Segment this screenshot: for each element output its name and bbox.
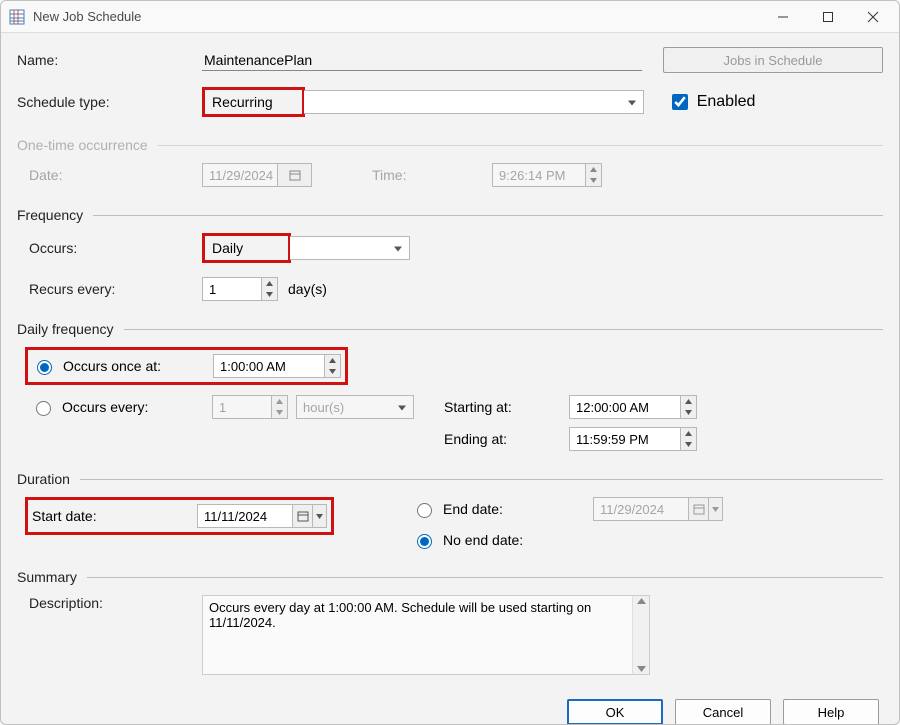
start-date-label: Start date: xyxy=(32,508,197,524)
description-scrollbar[interactable] xyxy=(632,595,650,675)
daily-frequency-group-header: Daily frequency xyxy=(17,321,883,337)
description-label: Description: xyxy=(17,595,202,611)
end-date-label: End date: xyxy=(443,501,593,517)
schedule-icon xyxy=(9,9,25,25)
starting-at-label: Starting at: xyxy=(444,399,569,415)
chevron-down-icon[interactable] xyxy=(312,505,326,527)
schedule-type-select[interactable] xyxy=(304,90,644,114)
window-title: New Job Schedule xyxy=(33,9,141,24)
occurs-once-highlight: Occurs once at: xyxy=(25,347,348,385)
ending-at-label: Ending at: xyxy=(444,431,569,447)
occurs-once-time-input[interactable] xyxy=(213,354,341,378)
summary-group-header: Summary xyxy=(17,569,883,585)
ending-at-input[interactable] xyxy=(569,427,697,451)
frequency-group-header: Frequency xyxy=(17,207,883,223)
spin-up-icon xyxy=(272,396,287,407)
no-end-date-label: No end date: xyxy=(443,532,523,548)
schedule-type-highlight: Recurring xyxy=(202,87,305,117)
calendar-icon xyxy=(278,164,311,186)
occurs-label: Occurs: xyxy=(17,240,202,256)
spin-up-icon[interactable] xyxy=(325,355,340,366)
maximize-button[interactable] xyxy=(805,2,850,32)
schedule-type-selected: Recurring xyxy=(206,91,301,113)
enabled-checkbox[interactable] xyxy=(672,94,688,110)
new-job-schedule-dialog: New Job Schedule Name: Jobs in Schedule … xyxy=(0,0,900,725)
ok-button[interactable]: OK xyxy=(567,699,663,724)
chevron-down-icon xyxy=(708,498,722,520)
one-time-time-label: Time: xyxy=(372,167,492,183)
one-time-date-label: Date: xyxy=(17,167,202,183)
schedule-type-label: Schedule type: xyxy=(17,94,202,110)
starting-at-input[interactable] xyxy=(569,395,697,419)
spin-up-icon[interactable] xyxy=(681,428,696,439)
days-label: day(s) xyxy=(288,281,327,297)
spin-up-icon xyxy=(586,164,601,175)
name-input[interactable] xyxy=(202,49,642,71)
occurs-once-label: Occurs once at: xyxy=(63,358,213,374)
help-button[interactable]: Help xyxy=(783,699,879,724)
recurs-every-label: Recurs every: xyxy=(17,281,202,297)
one-time-group-header: One-time occurrence xyxy=(17,137,883,153)
occurs-select[interactable] xyxy=(290,236,410,260)
enabled-checkbox-wrap[interactable]: Enabled xyxy=(668,91,756,113)
cancel-button[interactable]: Cancel xyxy=(675,699,771,724)
occurs-every-label: Occurs every: xyxy=(62,399,212,415)
spin-down-icon[interactable] xyxy=(681,439,696,450)
occurs-selected: Daily xyxy=(206,237,287,259)
occurs-once-radio[interactable] xyxy=(37,360,52,375)
close-button[interactable] xyxy=(850,2,895,32)
calendar-icon xyxy=(689,498,708,520)
enabled-label: Enabled xyxy=(697,93,756,111)
duration-group-header: Duration xyxy=(17,471,883,487)
occurs-every-unit-select xyxy=(296,395,414,419)
spin-down-icon[interactable] xyxy=(681,407,696,418)
calendar-icon[interactable] xyxy=(293,505,312,527)
jobs-in-schedule-button: Jobs in Schedule xyxy=(663,47,883,73)
start-date-highlight: Start date: xyxy=(25,497,334,535)
window-buttons xyxy=(760,2,895,32)
scroll-down-icon[interactable] xyxy=(637,666,646,672)
end-date-radio[interactable] xyxy=(417,503,432,518)
spin-down-icon[interactable] xyxy=(262,289,277,300)
spin-down-icon xyxy=(586,175,601,186)
spin-down-icon[interactable] xyxy=(325,366,340,377)
minimize-button[interactable] xyxy=(760,2,805,32)
name-label: Name: xyxy=(17,52,202,68)
scroll-up-icon[interactable] xyxy=(637,598,646,604)
no-end-date-radio[interactable] xyxy=(417,534,432,549)
occurs-highlight: Daily xyxy=(202,233,291,263)
occurs-every-radio[interactable] xyxy=(36,401,51,416)
titlebar: New Job Schedule xyxy=(1,1,899,33)
spin-up-icon[interactable] xyxy=(262,278,277,289)
description-textarea: Occurs every day at 1:00:00 AM. Schedule… xyxy=(202,595,632,675)
spin-up-icon[interactable] xyxy=(681,396,696,407)
spin-down-icon xyxy=(272,407,287,418)
